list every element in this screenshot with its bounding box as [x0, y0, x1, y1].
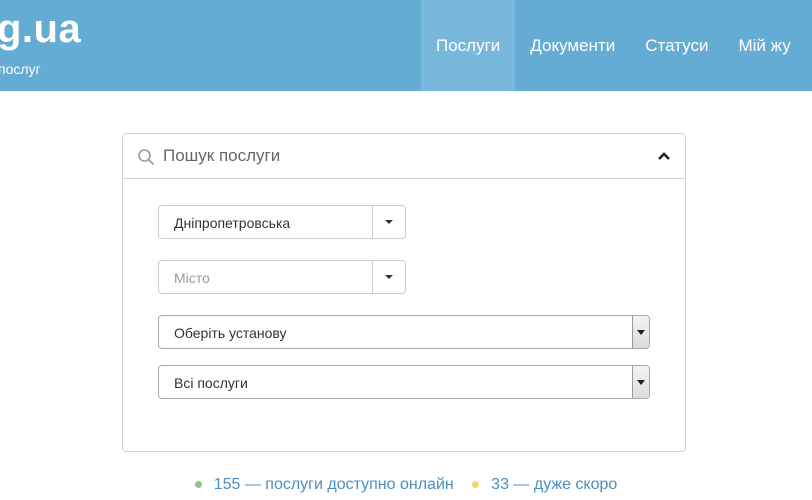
filter-panel: Дніпропетровська Місто Оберіть установу …	[122, 179, 686, 452]
region-select-value: Дніпропетровська	[174, 215, 291, 231]
stat-online[interactable]: 155 — послуги доступно онлайн	[194, 475, 454, 494]
services-select[interactable]: Всі послуги	[158, 365, 650, 399]
nav-item-label: Мій жу	[738, 35, 791, 55]
service-stats: 155 — послуги доступно онлайн 33 — дуже …	[0, 475, 812, 497]
status-dot-soon	[472, 481, 480, 488]
caret-down-icon[interactable]	[632, 316, 649, 348]
nav-item-label: Документи	[530, 35, 616, 55]
services-select-value: Всі послуги	[174, 375, 248, 391]
nav-item-documents[interactable]: Документи	[515, 0, 630, 91]
stat-online-text: 155 — послуги доступно онлайн	[213, 475, 454, 493]
institution-select[interactable]: Оберіть установу	[158, 315, 650, 349]
institution-select-value: Оберіть установу	[174, 325, 287, 341]
nav-item-label: Статуси	[645, 35, 709, 55]
site-header: g.ua послуг Послуги Документи Статуси Мі…	[0, 0, 812, 91]
nav-item-label: Послуги	[436, 35, 501, 55]
caret-down-icon[interactable]	[372, 261, 405, 293]
nav-item-statuses[interactable]: Статуси	[630, 0, 723, 91]
caret-down-icon[interactable]	[632, 366, 649, 398]
main-nav: Послуги Документи Статуси Мій жу	[421, 0, 806, 91]
caret-down-icon[interactable]	[372, 206, 405, 238]
nav-item-services[interactable]: Послуги	[421, 0, 516, 91]
stat-soon-text: 33 — дуже скоро	[491, 475, 618, 493]
stat-soon[interactable]: 33 — дуже скоро	[464, 476, 617, 494]
city-select-placeholder: Місто	[174, 270, 210, 286]
site-tagline: послуг	[0, 61, 41, 77]
service-search-box	[122, 133, 686, 179]
nav-item-my-journal[interactable]: Мій жу	[723, 0, 805, 91]
city-select[interactable]: Місто	[158, 260, 406, 294]
site-logo[interactable]: g.ua	[0, 6, 81, 52]
service-search-input[interactable]	[163, 142, 633, 170]
region-select[interactable]: Дніпропетровська	[158, 205, 406, 239]
search-icon	[138, 149, 154, 165]
status-dot-online	[194, 481, 202, 488]
chevron-up-icon[interactable]	[657, 150, 671, 162]
